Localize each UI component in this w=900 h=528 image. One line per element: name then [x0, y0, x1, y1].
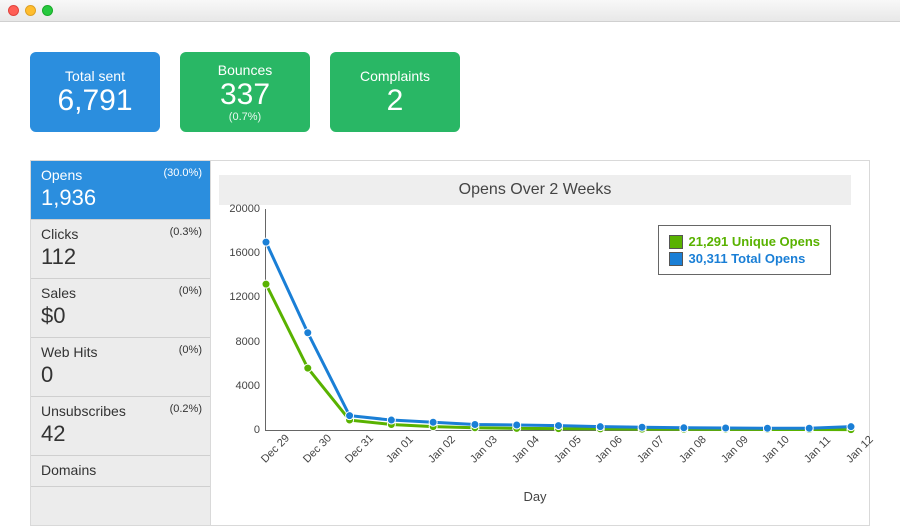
card-label: Bounces	[184, 62, 306, 78]
card-complaints[interactable]: Complaints 2	[330, 52, 460, 132]
summary-cards: Total sent 6,791 Bounces 337 (0.7%) Comp…	[0, 22, 900, 152]
window-titlebar	[0, 0, 900, 22]
y-tick-label: 0	[224, 424, 260, 436]
card-label: Complaints	[334, 68, 456, 84]
series-point	[638, 423, 646, 431]
chart-title: Opens Over 2 Weeks	[219, 175, 851, 205]
series-point	[387, 416, 395, 424]
sidebar: (30.0%)Opens1,936(0.3%)Clicks112(0%)Sale…	[31, 161, 211, 525]
sidebar-item-label: Domains	[41, 462, 200, 478]
x-tick-label: Jan 04	[510, 434, 542, 466]
sidebar-item-label: Sales	[41, 285, 200, 301]
series-point	[262, 280, 270, 288]
series-point	[680, 424, 688, 432]
series-line	[266, 284, 851, 430]
x-tick-label: Dec 30	[301, 432, 334, 465]
sidebar-item-sales[interactable]: (0%)Sales $0	[31, 279, 210, 338]
sidebar-item-clicks[interactable]: (0.3%)Clicks112	[31, 220, 210, 279]
series-point	[763, 424, 771, 432]
x-tick-label: Jan 08	[677, 434, 709, 466]
y-tick-label: 4000	[224, 380, 260, 392]
series-point	[304, 364, 312, 372]
card-value: 2	[334, 84, 456, 117]
card-label: Total sent	[34, 68, 156, 84]
x-tick-label: Dec 31	[343, 432, 376, 465]
series-point	[722, 424, 730, 432]
sidebar-item-unsubscribes[interactable]: (0.2%)Unsubscribes42	[31, 397, 210, 456]
window-close-icon[interactable]	[8, 5, 19, 16]
legend-total-opens[interactable]: 30,311 Total Opens	[669, 251, 821, 266]
x-tick-label: Jan 03	[468, 434, 500, 466]
chart-plot: 21,291 Unique Opens 30,311 Total Opens 0…	[265, 209, 851, 461]
card-total-sent[interactable]: Total sent 6,791	[30, 52, 160, 132]
card-sub: (0.7%)	[184, 111, 306, 123]
x-tick-label: Jan 10	[760, 434, 792, 466]
sidebar-item-pct: (0.3%)	[170, 226, 202, 238]
x-tick-label: Jan 02	[426, 434, 458, 466]
sidebar-item-pct: (30.0%)	[163, 167, 202, 179]
legend-unique-opens[interactable]: 21,291 Unique Opens	[669, 234, 821, 249]
legend-swatch-icon	[669, 235, 683, 249]
series-point	[429, 418, 437, 426]
y-tick-label: 12000	[224, 291, 260, 303]
series-point	[304, 329, 312, 337]
series-point	[471, 420, 479, 428]
x-tick-label: Jan 09	[719, 434, 751, 466]
sidebar-item-value: 112	[41, 244, 200, 270]
series-point	[346, 412, 354, 420]
sidebar-item-value: 1,936	[41, 185, 200, 211]
sidebar-item-domains[interactable]: Domains	[31, 456, 210, 487]
y-tick-label: 20000	[224, 203, 260, 215]
x-axis-labels: Dec 29Dec 30Dec 31Jan 01Jan 02Jan 03Jan …	[265, 433, 851, 463]
y-tick-label: 8000	[224, 336, 260, 348]
plot-area: 21,291 Unique Opens 30,311 Total Opens 0…	[265, 209, 851, 431]
sidebar-item-label: Web Hits	[41, 344, 200, 360]
x-tick-label: Jan 01	[384, 434, 416, 466]
x-tick-label: Jan 06	[593, 434, 625, 466]
sidebar-item-pct: (0.2%)	[170, 403, 202, 415]
x-tick-label: Dec 29	[259, 432, 292, 465]
card-value: 6,791	[34, 84, 156, 117]
y-tick-label: 16000	[224, 247, 260, 259]
series-point	[262, 238, 270, 246]
chart-legend: 21,291 Unique Opens 30,311 Total Opens	[658, 225, 832, 275]
x-tick-label: Jan 07	[635, 434, 667, 466]
legend-label: 21,291 Unique Opens	[689, 234, 821, 249]
window-minimize-icon[interactable]	[25, 5, 36, 16]
x-tick-label: Jan 11	[802, 434, 833, 465]
sidebar-item-pct: (0%)	[179, 285, 202, 297]
sidebar-item-pct: (0%)	[179, 344, 202, 356]
sidebar-item-opens[interactable]: (30.0%)Opens1,936	[31, 161, 210, 220]
main-panel: (30.0%)Opens1,936(0.3%)Clicks112(0%)Sale…	[30, 160, 870, 526]
sidebar-item-value: 42	[41, 421, 200, 447]
series-point	[847, 423, 855, 431]
series-point	[805, 424, 813, 432]
series-point	[596, 423, 604, 431]
sidebar-item-value: $0	[41, 303, 200, 329]
x-tick-label: Jan 05	[552, 434, 584, 466]
window-zoom-icon[interactable]	[42, 5, 53, 16]
chart-container: Opens Over 2 Weeks 21,291 Unique Opens 3…	[211, 161, 869, 525]
sidebar-item-web-hits[interactable]: (0%)Web Hits 0	[31, 338, 210, 397]
sidebar-item-value: 0	[41, 362, 200, 388]
series-point	[513, 421, 521, 429]
card-value: 337	[184, 78, 306, 111]
legend-swatch-icon	[669, 252, 683, 266]
x-tick-label: Jan 12	[844, 434, 876, 466]
x-axis-title: Day	[219, 489, 851, 504]
legend-label: 30,311 Total Opens	[689, 251, 806, 266]
card-bounces[interactable]: Bounces 337 (0.7%)	[180, 52, 310, 132]
series-point	[555, 422, 563, 430]
